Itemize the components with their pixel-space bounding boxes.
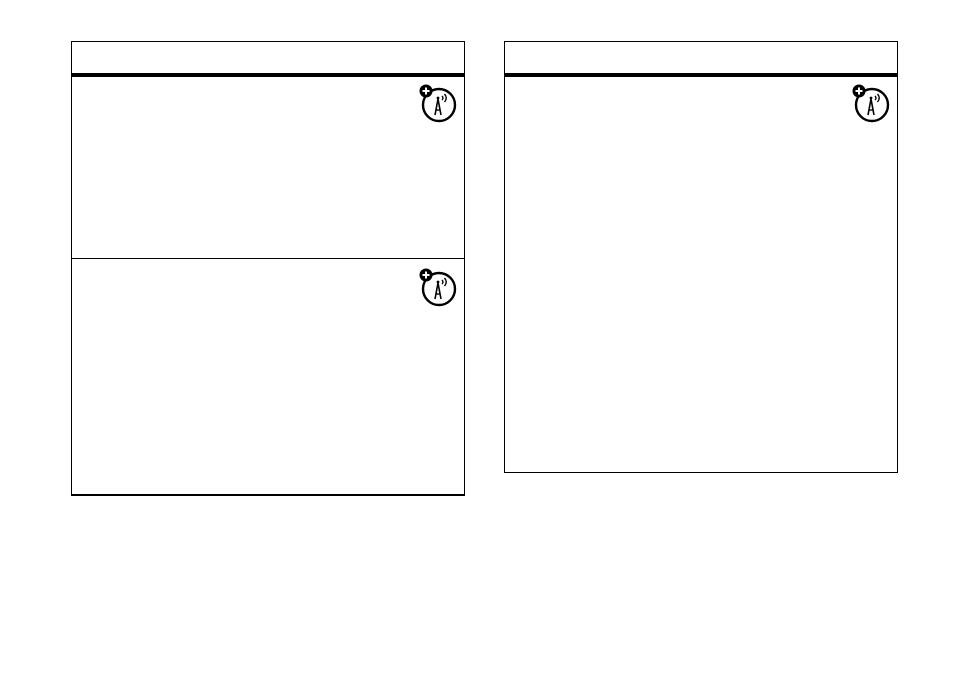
table-header — [72, 42, 464, 77]
table-row — [72, 259, 464, 494]
feature-table-right — [504, 41, 898, 473]
table-header — [505, 42, 897, 77]
network-feature-icon — [418, 83, 458, 123]
table-row — [72, 77, 464, 259]
network-feature-icon — [418, 267, 458, 307]
table-row — [505, 77, 897, 472]
network-feature-icon — [851, 83, 891, 123]
page — [0, 0, 954, 677]
feature-table-left — [71, 41, 465, 496]
